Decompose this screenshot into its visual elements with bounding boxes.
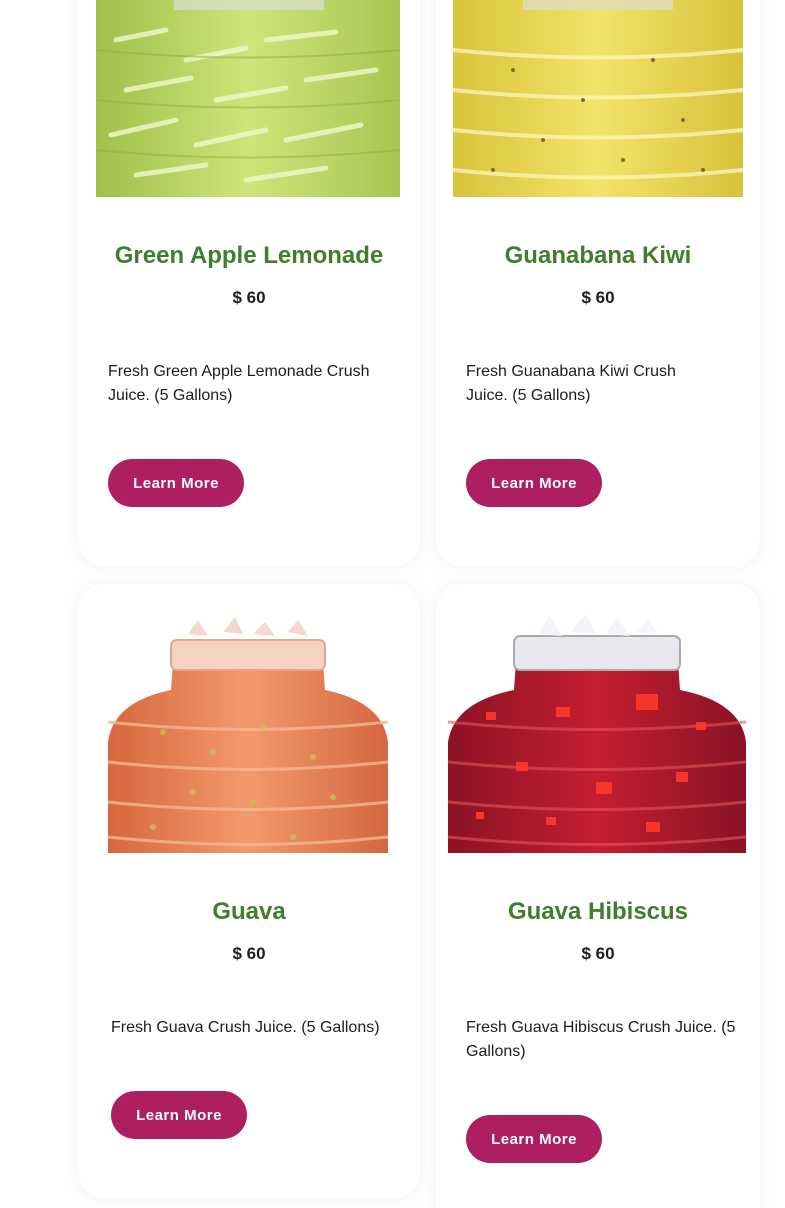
- product-price: $ 60: [232, 288, 266, 307]
- product-description: Fresh Guava Hibiscus Crush Juice. (5 Gal…: [466, 1019, 736, 1060]
- learn-more-button[interactable]: Learn More: [108, 459, 244, 507]
- product-title[interactable]: Guava: [78, 898, 420, 926]
- product-card-guava: Guava $ 60 Fresh Guava Crush Juice. (5 G…: [78, 584, 420, 1198]
- learn-more-button[interactable]: Learn More: [111, 1091, 247, 1139]
- product-grid: Green Apple Lemonade $ 60 Fresh Green Ap…: [0, 0, 785, 1208]
- product-title[interactable]: Guanabana Kiwi: [436, 242, 760, 270]
- product-title[interactable]: Green Apple Lemonade: [78, 242, 420, 270]
- product-card-guanabana-kiwi: Guanabana Kiwi $ 60 Fresh Guanabana Kiwi…: [436, 0, 760, 566]
- product-image[interactable]: [446, 612, 748, 853]
- product-description: Fresh Green Apple Lemonade Crush Juice. …: [108, 363, 370, 404]
- product-description: Fresh Guava Crush Juice. (5 Gallons): [111, 1019, 380, 1036]
- product-description: Fresh Guanabana Kiwi Crush Juice. (5 Gal…: [466, 363, 676, 404]
- learn-more-button[interactable]: Learn More: [466, 1115, 602, 1163]
- product-image[interactable]: [453, 0, 743, 197]
- product-price: $ 60: [581, 288, 615, 307]
- learn-more-button[interactable]: Learn More: [466, 459, 602, 507]
- product-image[interactable]: [103, 612, 393, 853]
- product-card-green-apple-lemonade: Green Apple Lemonade $ 60 Fresh Green Ap…: [78, 0, 420, 566]
- product-title[interactable]: Guava Hibiscus: [436, 898, 760, 926]
- product-price: $ 60: [232, 944, 266, 963]
- product-price: $ 60: [581, 944, 615, 963]
- product-image[interactable]: [96, 0, 400, 197]
- product-card-guava-hibiscus: Guava Hibiscus $ 60 Fresh Guava Hibiscus…: [436, 584, 760, 1208]
